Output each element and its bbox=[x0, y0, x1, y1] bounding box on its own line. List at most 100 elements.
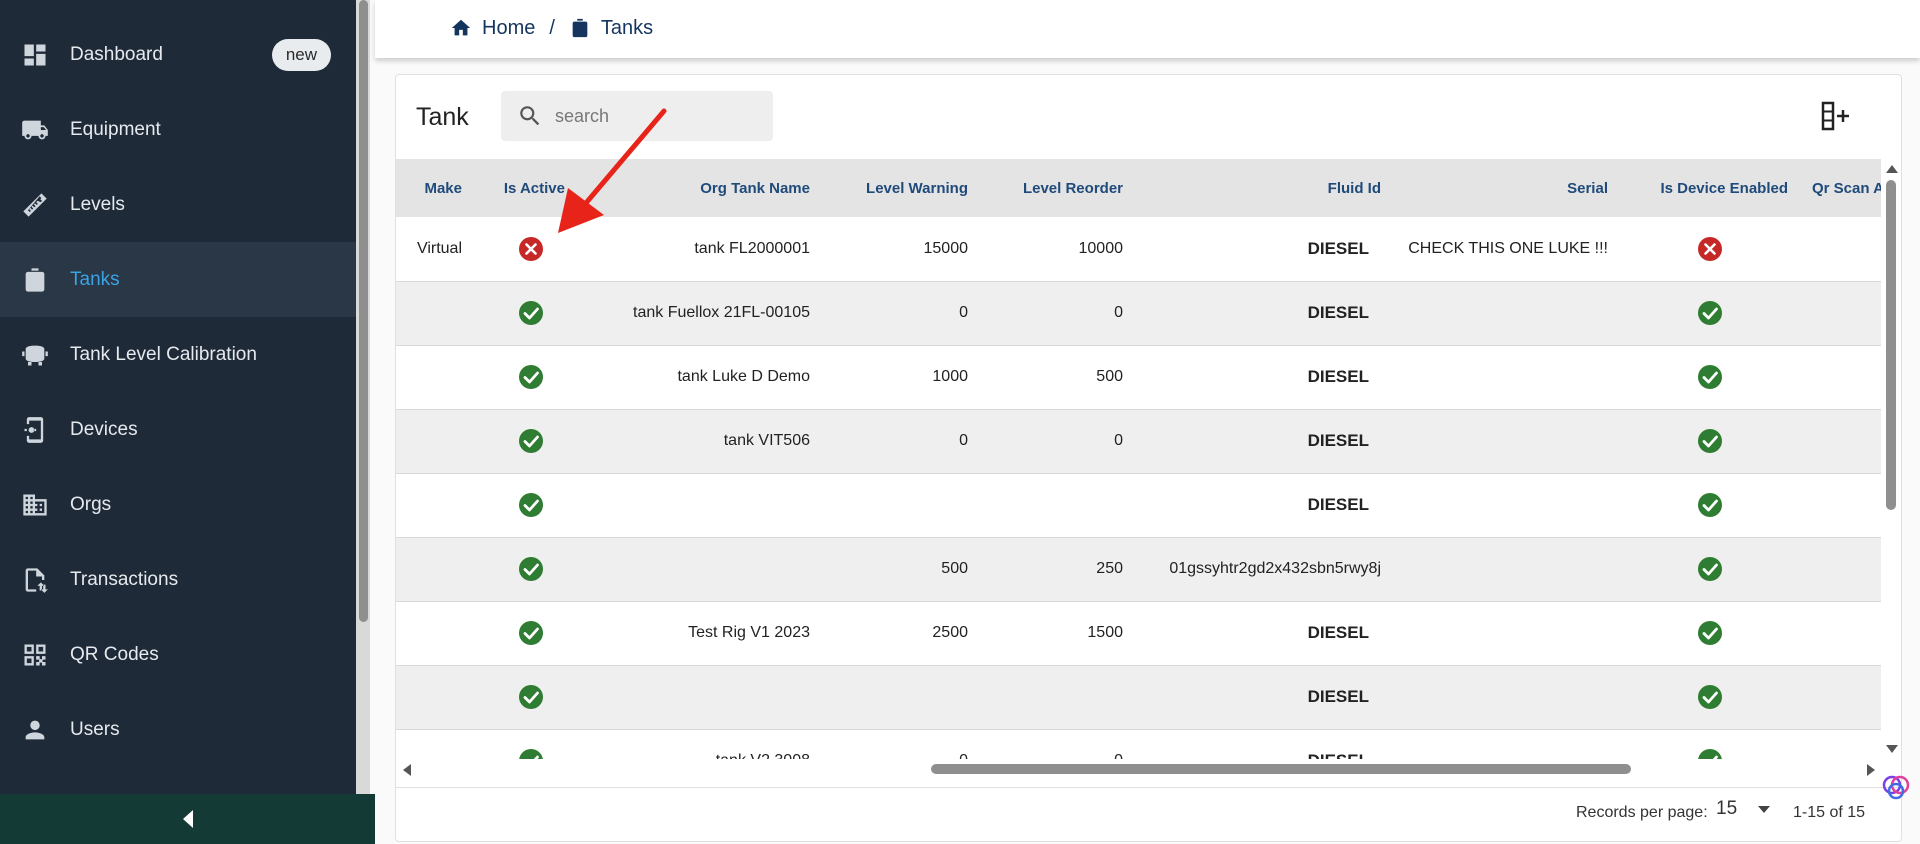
add-column-icon bbox=[1821, 101, 1849, 131]
cell-is-active bbox=[474, 281, 587, 346]
cell-serial bbox=[1393, 281, 1620, 346]
cell-org-tank-name: Test Rig V1 2023 bbox=[587, 601, 822, 666]
cell-level-reorder bbox=[980, 665, 1135, 730]
cell-is-active bbox=[474, 345, 587, 410]
sidebar-item-levels[interactable]: Levels bbox=[0, 167, 356, 242]
scroll-left-arrow-icon[interactable] bbox=[401, 763, 413, 777]
cell-level-reorder: 1500 bbox=[980, 601, 1135, 666]
column-header-is-active[interactable]: Is Active bbox=[474, 159, 587, 217]
search-icon bbox=[520, 106, 540, 126]
breadcrumb-current[interactable]: Tanks bbox=[569, 17, 653, 40]
cell-level-warning: 0 bbox=[822, 409, 980, 474]
card-title: Tank bbox=[416, 103, 469, 131]
sidebar-item-dashboard[interactable]: Dashboard new bbox=[0, 17, 356, 92]
table-row[interactable]: Virtual tank FL2000001 15000 10000 DIESEL CHE… bbox=[396, 217, 1881, 282]
check-circle-icon bbox=[1698, 301, 1722, 325]
cell-is-device-enabled bbox=[1620, 217, 1800, 282]
cell-is-active bbox=[474, 473, 587, 538]
sidebar-item-tanks[interactable]: Tanks bbox=[0, 242, 356, 317]
records-per-page-select[interactable]: 15 bbox=[1716, 798, 1771, 820]
cell-level-reorder: 500 bbox=[980, 345, 1135, 410]
table-vertical-scrollbar-thumb[interactable] bbox=[1886, 180, 1896, 510]
column-header-org-tank-name[interactable]: Org Tank Name bbox=[587, 159, 822, 217]
cell-qr-scan bbox=[1800, 409, 1881, 474]
cell-level-warning: 1000 bbox=[822, 345, 980, 410]
cell-qr-scan bbox=[1800, 345, 1881, 410]
sidebar-item-users[interactable]: Users bbox=[0, 692, 356, 767]
check-circle-icon bbox=[1698, 493, 1722, 517]
column-header-level-reorder[interactable]: Level Reorder bbox=[980, 159, 1135, 217]
table-horizontal-scrollbar-thumb[interactable] bbox=[931, 764, 1631, 774]
cell-level-warning: 500 bbox=[822, 537, 980, 602]
search-input[interactable] bbox=[555, 105, 755, 127]
sidebar-item-tank-level-calibration[interactable]: Tank Level Calibration bbox=[0, 317, 356, 392]
check-circle-icon bbox=[1698, 621, 1722, 645]
cell-is-device-enabled bbox=[1620, 601, 1800, 666]
scroll-right-arrow-icon[interactable] bbox=[1865, 763, 1877, 777]
check-circle-icon bbox=[518, 429, 543, 453]
table-row[interactable]: DIESEL bbox=[396, 665, 1881, 730]
cell-make bbox=[396, 345, 474, 410]
table-row[interactable]: DIESEL bbox=[396, 473, 1881, 538]
search-box[interactable] bbox=[501, 91, 773, 141]
table-row[interactable]: Test Rig V1 2023 2500 1500 DIESEL bbox=[396, 601, 1881, 666]
column-header-is-device-enabled[interactable]: Is Device Enabled bbox=[1620, 159, 1800, 217]
collapse-sidebar-button[interactable] bbox=[0, 794, 375, 844]
cell-fluid-id: DIESEL bbox=[1135, 281, 1393, 346]
table-row[interactable]: tank VIT506 0 0 DIESEL bbox=[396, 409, 1881, 474]
tanks-table: Make Is Active Org Tank Name Level Warni… bbox=[396, 159, 1881, 759]
sidebar-item-transactions[interactable]: Transactions bbox=[0, 542, 356, 617]
sidebar-item-label: Tank Level Calibration bbox=[70, 343, 257, 365]
records-per-page-label: Records per page: bbox=[1576, 804, 1708, 821]
cell-level-warning bbox=[822, 665, 980, 730]
sidebar-scrollbar-thumb[interactable] bbox=[359, 0, 368, 622]
cell-make: Virtual bbox=[396, 217, 474, 282]
table-row[interactable]: 500 250 01gssyhtr2gd2x432sbn5rwy8j bbox=[396, 537, 1881, 602]
tank-icon bbox=[20, 265, 50, 295]
records-per-page-value: 15 bbox=[1716, 798, 1738, 819]
cell-level-reorder: 0 bbox=[980, 729, 1135, 759]
column-header-serial[interactable]: Serial bbox=[1393, 159, 1620, 217]
sidebar-item-label: QR Codes bbox=[70, 643, 159, 665]
breadcrumb-home[interactable]: Home bbox=[450, 17, 535, 40]
scroll-down-arrow-icon[interactable] bbox=[1885, 743, 1899, 755]
sidebar-item-label: Devices bbox=[70, 418, 138, 440]
column-header-qr-scan[interactable]: Qr Scan A bbox=[1800, 159, 1881, 217]
check-circle-icon bbox=[518, 365, 543, 389]
cell-make bbox=[396, 601, 474, 666]
scroll-up-arrow-icon[interactable] bbox=[1885, 163, 1899, 175]
cell-org-tank-name: tank V2 3008 bbox=[587, 729, 822, 759]
column-header-make[interactable]: Make bbox=[396, 159, 474, 217]
cell-make bbox=[396, 409, 474, 474]
sidebar-item-label: Orgs bbox=[70, 493, 112, 515]
truck-icon bbox=[20, 115, 50, 145]
breadcrumb-home-label: Home bbox=[482, 16, 536, 39]
cell-level-reorder: 0 bbox=[980, 409, 1135, 474]
cancel-circle-icon bbox=[518, 236, 543, 261]
sidebar-item-orgs[interactable]: Orgs bbox=[0, 467, 356, 542]
column-header-level-warning[interactable]: Level Warning bbox=[822, 159, 980, 217]
cell-level-warning: 0 bbox=[822, 729, 980, 759]
table-row[interactable]: tank V2 300800DIESEL bbox=[396, 729, 1881, 759]
cell-org-tank-name: tank Luke D Demo bbox=[587, 345, 822, 410]
sidebar-item-label: Levels bbox=[70, 193, 125, 215]
cell-serial: CHECK THIS ONE LUKE !!! bbox=[1393, 217, 1620, 282]
cell-org-tank-name: tank FL2000001 bbox=[587, 217, 822, 282]
column-header-fluid-id[interactable]: Fluid Id bbox=[1135, 159, 1393, 217]
table-row[interactable]: tank Luke D Demo 1000 500 DIESEL bbox=[396, 345, 1881, 410]
cell-make bbox=[396, 537, 474, 602]
sidebar-item-qr-codes[interactable]: QR Codes bbox=[0, 617, 356, 692]
cell-fluid-id: DIESEL bbox=[1135, 473, 1393, 538]
breadcrumb: Home / Tanks bbox=[450, 0, 653, 56]
sidebar-item-equipment[interactable]: Equipment bbox=[0, 92, 356, 167]
cell-is-active bbox=[474, 665, 587, 730]
cell-fluid-id: DIESEL bbox=[1135, 601, 1393, 666]
cell-level-warning: 15000 bbox=[822, 217, 980, 282]
sidebar-item-devices[interactable]: Devices bbox=[0, 392, 356, 467]
table-row[interactable]: tank Fuellox 21FL-00105 0 0 DIESEL bbox=[396, 281, 1881, 346]
cell-make bbox=[396, 281, 474, 346]
brain-extension-icon[interactable] bbox=[1882, 773, 1910, 801]
add-column-button[interactable] bbox=[1819, 99, 1853, 133]
check-circle-icon bbox=[1698, 365, 1722, 389]
chevron-left-icon bbox=[182, 810, 193, 828]
